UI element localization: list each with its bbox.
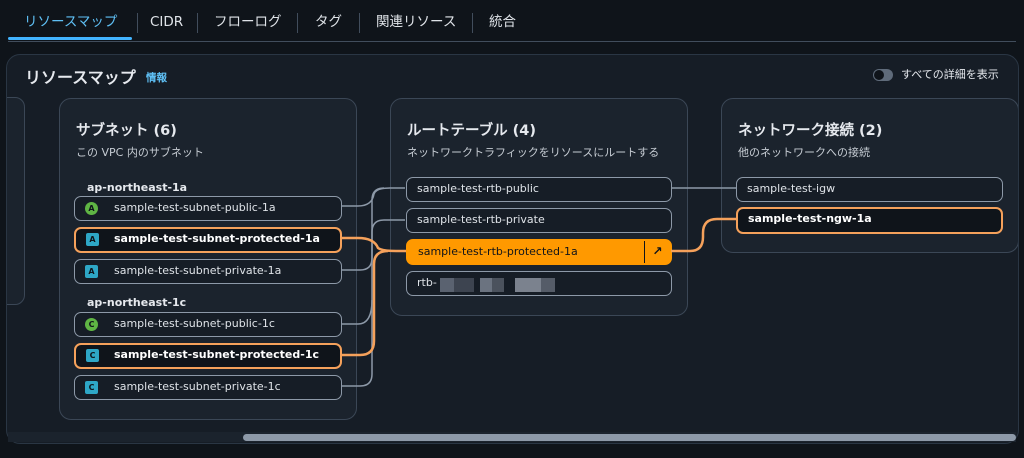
tab-integrations[interactable]: 統合: [489, 6, 516, 38]
subnets-subtitle: この VPC 内のサブネット: [76, 146, 204, 159]
tab-divider: [359, 13, 360, 33]
route-table-label: rtb-: [417, 276, 437, 289]
subnet-label: sample-test-subnet-private-1a: [114, 264, 282, 277]
active-tab-indicator: [8, 37, 132, 40]
az-label-1c: ap-northeast-1c: [87, 296, 187, 309]
resource-map-container: リソースマップ 情報 すべての詳細を表示 サブネット (6) この VPC 内の…: [6, 54, 1019, 444]
subnet-node[interactable]: C sample-test-subnet-public-1c: [74, 312, 342, 337]
tab-bar: リソースマップ CIDR フローログ タグ 関連リソース 統合: [0, 0, 1024, 42]
subnet-node-highlighted[interactable]: A sample-test-subnet-protected-1a: [74, 227, 342, 253]
protected-subnet-badge-icon: A: [86, 233, 99, 246]
route-table-node-redacted[interactable]: rtb-: [406, 271, 672, 296]
info-link[interactable]: 情報: [146, 70, 167, 85]
subnet-label: sample-test-subnet-private-1c: [114, 380, 281, 393]
redacted-block: [515, 278, 541, 292]
resource-map-title: リソースマップ: [25, 68, 136, 87]
subnet-node[interactable]: A sample-test-subnet-private-1a: [74, 259, 342, 284]
tab-related-resources[interactable]: 関連リソース: [376, 6, 456, 38]
toggle-knob: [874, 70, 884, 80]
subnet-label: sample-test-subnet-protected-1c: [114, 348, 319, 361]
public-subnet-badge-icon: C: [85, 318, 98, 331]
private-subnet-badge-icon: C: [85, 381, 98, 394]
route-table-label: sample-test-rtb-public: [417, 182, 539, 195]
network-connections-subtitle: 他のネットワークへの接続: [738, 146, 870, 159]
tab-divider: [472, 13, 473, 33]
tab-cidr[interactable]: CIDR: [150, 6, 183, 38]
tab-divider: [297, 13, 298, 33]
redacted-block: [440, 278, 454, 292]
route-table-label: sample-test-rtb-private: [417, 213, 545, 226]
tab-baseline: [8, 41, 1016, 42]
subnet-node-highlighted[interactable]: C sample-test-subnet-protected-1c: [74, 343, 342, 369]
subnet-node[interactable]: A sample-test-subnet-public-1a: [74, 196, 342, 221]
network-connections-title: ネットワーク接続 (2): [738, 123, 883, 139]
private-subnet-badge-icon: A: [85, 265, 98, 278]
route-tables-panel: ルートテーブル (4) ネットワークトラフィックをリソースにルートする samp…: [390, 98, 688, 316]
route-table-label: sample-test-rtb-protected-1a: [418, 245, 578, 258]
public-subnet-badge-icon: A: [85, 202, 98, 215]
subnet-label: sample-test-subnet-public-1c: [114, 317, 275, 330]
route-table-node[interactable]: sample-test-rtb-public: [406, 177, 672, 202]
route-tables-subtitle: ネットワークトラフィックをリソースにルートする: [407, 146, 660, 159]
protected-subnet-badge-icon: C: [86, 349, 99, 362]
tab-tags[interactable]: タグ: [315, 6, 342, 38]
subnet-label: sample-test-subnet-public-1a: [114, 201, 276, 214]
external-link-icon[interactable]: ↗: [644, 241, 670, 263]
route-table-node-selected[interactable]: sample-test-rtb-protected-1a ↗: [406, 239, 672, 265]
show-details-toggle[interactable]: [873, 69, 893, 81]
gateway-label: sample-test-ngw-1a: [748, 212, 872, 225]
vpc-panel-partial: [7, 97, 25, 305]
route-table-node[interactable]: sample-test-rtb-private: [406, 208, 672, 233]
redacted-block: [454, 278, 474, 292]
internet-gateway-node[interactable]: sample-test-igw: [736, 177, 1003, 202]
tab-resource-map[interactable]: リソースマップ: [24, 6, 117, 38]
az-label-1a: ap-northeast-1a: [87, 181, 188, 194]
tab-flow-logs[interactable]: フローログ: [214, 6, 282, 38]
show-details-label: すべての詳細を表示: [901, 68, 999, 81]
tab-divider: [197, 13, 198, 33]
redacted-block: [480, 278, 492, 292]
subnet-node[interactable]: C sample-test-subnet-private-1c: [74, 375, 342, 400]
redacted-block: [492, 278, 504, 292]
subnets-panel: サブネット (6) この VPC 内のサブネット ap-northeast-1a…: [59, 98, 357, 420]
subnet-label: sample-test-subnet-protected-1a: [114, 232, 320, 245]
gateway-label: sample-test-igw: [747, 182, 836, 195]
nat-gateway-node-highlighted[interactable]: sample-test-ngw-1a: [736, 207, 1003, 234]
redacted-block: [541, 278, 555, 292]
subnets-title: サブネット (6): [76, 123, 177, 139]
tab-divider: [137, 13, 138, 33]
network-connections-panel: ネットワーク接続 (2) 他のネットワークへの接続 sample-test-ig…: [721, 98, 1018, 253]
route-tables-title: ルートテーブル (4): [407, 123, 537, 139]
horizontal-scrollbar-thumb[interactable]: [243, 434, 1016, 441]
